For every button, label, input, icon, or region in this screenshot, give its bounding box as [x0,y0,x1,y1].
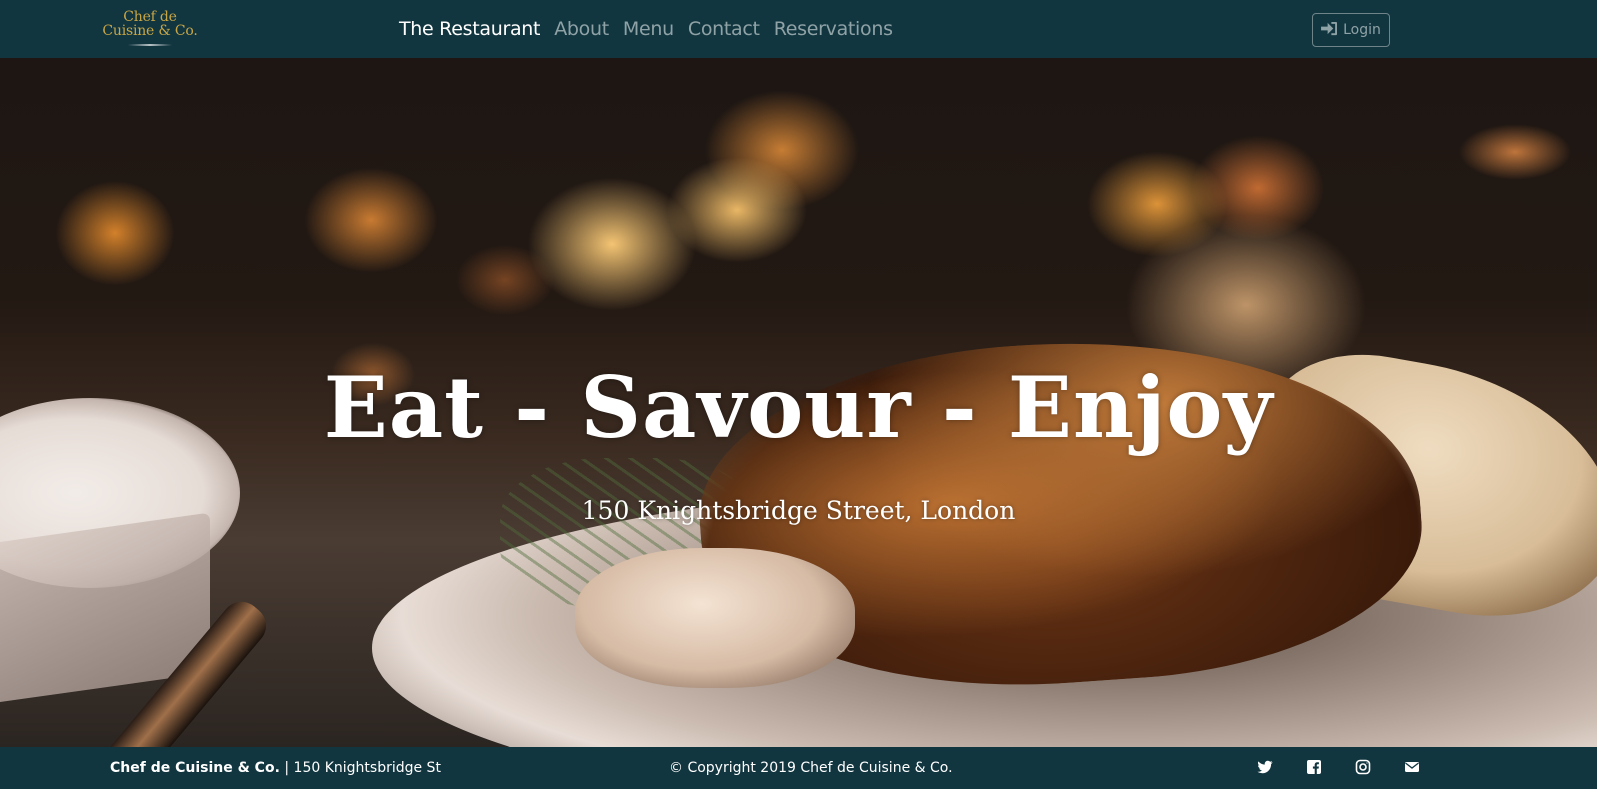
nav-link-reservations[interactable]: Reservations [774,18,893,40]
nav-link-about[interactable]: About [554,18,609,40]
footer-separator: | [284,760,290,776]
top-navbar: Chef de Cuisine & Co. The Restaurant Abo… [0,0,1597,58]
envelope-icon[interactable] [1404,759,1420,779]
instagram-icon[interactable] [1355,759,1371,779]
nav-link-contact[interactable]: Contact [688,18,760,40]
nav-link-the-restaurant[interactable]: The Restaurant [399,18,541,40]
login-label: Login [1343,22,1381,38]
social-links [1257,759,1420,779]
logo-line-2: Cuisine & Co. [102,23,198,39]
hero-subtitle: 150 Knightsbridge Street, London [581,496,1016,525]
facebook-icon[interactable] [1306,759,1322,779]
twitter-icon[interactable] [1257,759,1273,779]
logo-line-1: Chef de [123,9,177,25]
roasted-garlic [575,548,855,688]
footer-address: Chef de Cuisine & Co. | 150 Knightsbridg… [110,760,441,776]
hero-title: Eat - Savour - Enjoy [323,358,1274,457]
footer-brand: Chef de Cuisine & Co. [110,760,280,776]
nav-link-menu[interactable]: Menu [623,18,674,40]
hero-section: Eat - Savour - Enjoy 150 Knightsbridge S… [0,58,1597,747]
logo-underline [128,44,172,46]
footer: Chef de Cuisine & Co. | 150 Knightsbridg… [0,747,1597,789]
login-button[interactable]: Login [1312,13,1390,47]
brand-logo[interactable]: Chef de Cuisine & Co. [100,10,200,48]
footer-street: 150 Knightsbridge St [293,760,441,776]
sign-in-icon [1321,21,1338,40]
footer-copyright: © Copyright 2019 Chef de Cuisine & Co. [669,760,953,776]
main-nav: The Restaurant About Menu Contact Reserv… [399,0,893,58]
